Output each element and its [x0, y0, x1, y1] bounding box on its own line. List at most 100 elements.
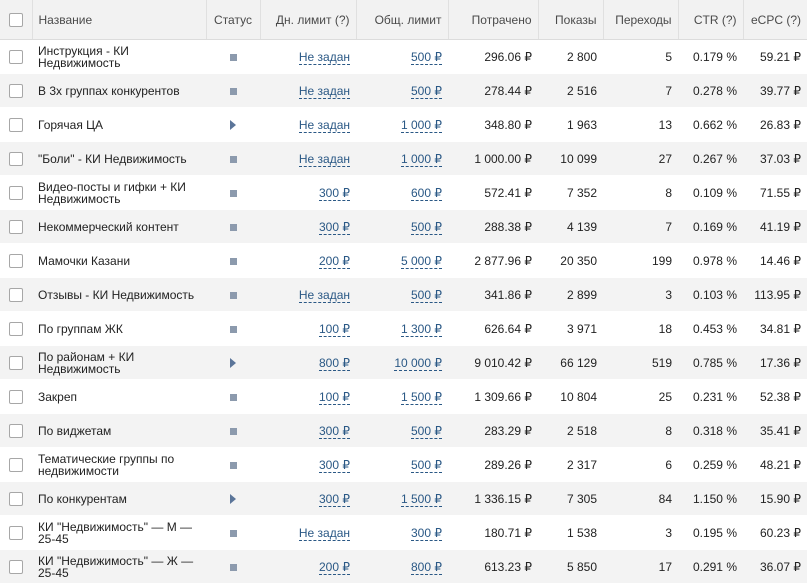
status-toggle[interactable]: [206, 413, 260, 448]
status-toggle[interactable]: [206, 73, 260, 108]
campaign-name[interactable]: КИ "Недвижимость" — М — 25-45: [32, 515, 206, 550]
row-select-cell[interactable]: [0, 515, 32, 550]
total-limit-link[interactable]: 500 ₽: [411, 49, 442, 65]
row-checkbox[interactable]: [9, 491, 23, 506]
row-select-cell[interactable]: [0, 447, 32, 482]
header-name[interactable]: Название: [32, 0, 207, 40]
row-checkbox[interactable]: [9, 457, 23, 472]
campaign-name[interactable]: Горячая ЦА: [32, 107, 206, 142]
total-limit-link[interactable]: 500 ₽: [411, 287, 442, 303]
table-row[interactable]: Горячая ЦА Не задан 1 000 ₽ 348.80 ₽1 963 13…: [0, 107, 807, 142]
campaign-name[interactable]: В 3х группах конкурентов: [32, 73, 206, 108]
total-limit-link[interactable]: 600 ₽: [411, 185, 442, 201]
campaign-name[interactable]: По конкурентам: [32, 481, 206, 516]
total-limit-link[interactable]: 500 ₽: [411, 423, 442, 439]
total-limit-link[interactable]: 500 ₽: [411, 457, 442, 473]
campaign-name[interactable]: КИ "Недвижимость" — Ж — 25-45: [32, 549, 206, 584]
total-limit-link[interactable]: 800 ₽: [411, 559, 442, 575]
status-toggle[interactable]: [206, 141, 260, 176]
daily-limit-link[interactable]: Не задан: [298, 287, 350, 303]
table-row[interactable]: КИ "Недвижимость" — Ж — 25-45 200 ₽ 800 ₽ 6…: [0, 549, 807, 584]
table-row[interactable]: По районам + КИ Недвижимость 800 ₽ 10 000 …: [0, 345, 807, 380]
row-checkbox[interactable]: [9, 151, 23, 166]
total-limit-link[interactable]: 1 500 ₽: [401, 491, 442, 507]
status-toggle[interactable]: [206, 39, 260, 74]
row-checkbox[interactable]: [9, 389, 23, 404]
header-select-all[interactable]: [0, 0, 33, 40]
campaign-name[interactable]: Видео-посты и гифки + КИ Недвижимость: [32, 175, 206, 210]
row-select-cell[interactable]: [0, 413, 32, 448]
select-all-checkbox[interactable]: [8, 12, 23, 27]
row-checkbox[interactable]: [9, 559, 23, 574]
row-checkbox[interactable]: [9, 423, 23, 438]
table-row[interactable]: КИ "Недвижимость" — М — 25-45 Не задан 300…: [0, 515, 807, 550]
row-select-cell[interactable]: [0, 311, 32, 346]
status-toggle[interactable]: [206, 447, 260, 482]
row-select-cell[interactable]: [0, 277, 32, 312]
row-checkbox[interactable]: [9, 49, 23, 64]
row-checkbox[interactable]: [9, 355, 23, 370]
header-ctr[interactable]: CTR (?): [678, 0, 744, 40]
campaign-name[interactable]: Некоммерческий контент: [32, 209, 206, 244]
table-row[interactable]: Тематические группы по недвижимости 300 ₽…: [0, 447, 807, 482]
header-total-limit[interactable]: Общ. лимит: [356, 0, 449, 40]
row-select-cell[interactable]: [0, 379, 32, 414]
campaign-name[interactable]: Закреп: [32, 379, 206, 414]
table-row[interactable]: В 3х группах конкурентов Не задан 500 ₽ 278…: [0, 73, 807, 108]
table-row[interactable]: Некоммерческий контент 300 ₽ 500 ₽ 288.38 ₽…: [0, 209, 807, 244]
status-toggle[interactable]: [206, 277, 260, 312]
table-row[interactable]: Мамочки Казани 200 ₽ 5 000 ₽ 2 877.96 ₽20 3…: [0, 243, 807, 278]
row-select-cell[interactable]: [0, 39, 32, 74]
row-checkbox[interactable]: [9, 185, 23, 200]
row-select-cell[interactable]: [0, 107, 32, 142]
status-toggle[interactable]: [206, 243, 260, 278]
row-checkbox[interactable]: [9, 219, 23, 234]
total-limit-link[interactable]: 500 ₽: [411, 219, 442, 235]
status-toggle[interactable]: [206, 549, 260, 584]
campaign-name[interactable]: Мамочки Казани: [32, 243, 206, 278]
status-toggle[interactable]: [206, 311, 260, 346]
total-limit-link[interactable]: 1 300 ₽: [401, 321, 442, 337]
row-select-cell[interactable]: [0, 481, 32, 516]
row-select-cell[interactable]: [0, 73, 32, 108]
row-select-cell[interactable]: [0, 243, 32, 278]
row-checkbox[interactable]: [9, 117, 23, 132]
status-toggle[interactable]: [206, 345, 260, 380]
header-impressions[interactable]: Показы: [538, 0, 604, 40]
row-checkbox[interactable]: [9, 287, 23, 302]
campaign-name[interactable]: Инструкция - КИ Недвижимость: [32, 39, 206, 74]
header-daily-limit[interactable]: Дн. лимит (?): [260, 0, 357, 40]
row-checkbox[interactable]: [9, 253, 23, 268]
campaign-name[interactable]: Тематические группы по недвижимости: [32, 447, 206, 482]
daily-limit-link[interactable]: Не задан: [298, 525, 350, 541]
daily-limit-link[interactable]: 300 ₽: [319, 185, 350, 201]
table-row[interactable]: По группам ЖК 100 ₽ 1 300 ₽ 626.64 ₽3 971 18…: [0, 311, 807, 346]
daily-limit-link[interactable]: 200 ₽: [319, 559, 350, 575]
total-limit-link[interactable]: 1 500 ₽: [401, 389, 442, 405]
row-checkbox[interactable]: [9, 321, 23, 336]
header-clicks[interactable]: Переходы: [603, 0, 679, 40]
campaign-name[interactable]: По виджетам: [32, 413, 206, 448]
row-select-cell[interactable]: [0, 549, 32, 584]
daily-limit-link[interactable]: Не задан: [298, 117, 350, 133]
status-toggle[interactable]: [206, 481, 260, 516]
daily-limit-link[interactable]: 300 ₽: [319, 457, 350, 473]
total-limit-link[interactable]: 1 000 ₽: [401, 117, 442, 133]
daily-limit-link[interactable]: 300 ₽: [319, 491, 350, 507]
total-limit-link[interactable]: 1 000 ₽: [401, 151, 442, 167]
daily-limit-link[interactable]: Не задан: [298, 83, 350, 99]
table-row[interactable]: Отзывы - КИ Недвижимость Не задан 500 ₽ 341…: [0, 277, 807, 312]
daily-limit-link[interactable]: 100 ₽: [319, 389, 350, 405]
campaign-name[interactable]: По районам + КИ Недвижимость: [32, 345, 206, 380]
table-row[interactable]: Видео-посты и гифки + КИ Недвижимость 300…: [0, 175, 807, 210]
header-spent[interactable]: Потрачено: [448, 0, 539, 40]
header-status[interactable]: Статус: [206, 0, 261, 40]
row-select-cell[interactable]: [0, 141, 32, 176]
status-toggle[interactable]: [206, 107, 260, 142]
status-toggle[interactable]: [206, 209, 260, 244]
total-limit-link[interactable]: 10 000 ₽: [394, 355, 442, 371]
total-limit-link[interactable]: 500 ₽: [411, 83, 442, 99]
daily-limit-link[interactable]: Не задан: [298, 49, 350, 65]
daily-limit-link[interactable]: 800 ₽: [319, 355, 350, 371]
table-row[interactable]: "Боли" - КИ Недвижимость Не задан 1 000 ₽ 1…: [0, 141, 807, 176]
